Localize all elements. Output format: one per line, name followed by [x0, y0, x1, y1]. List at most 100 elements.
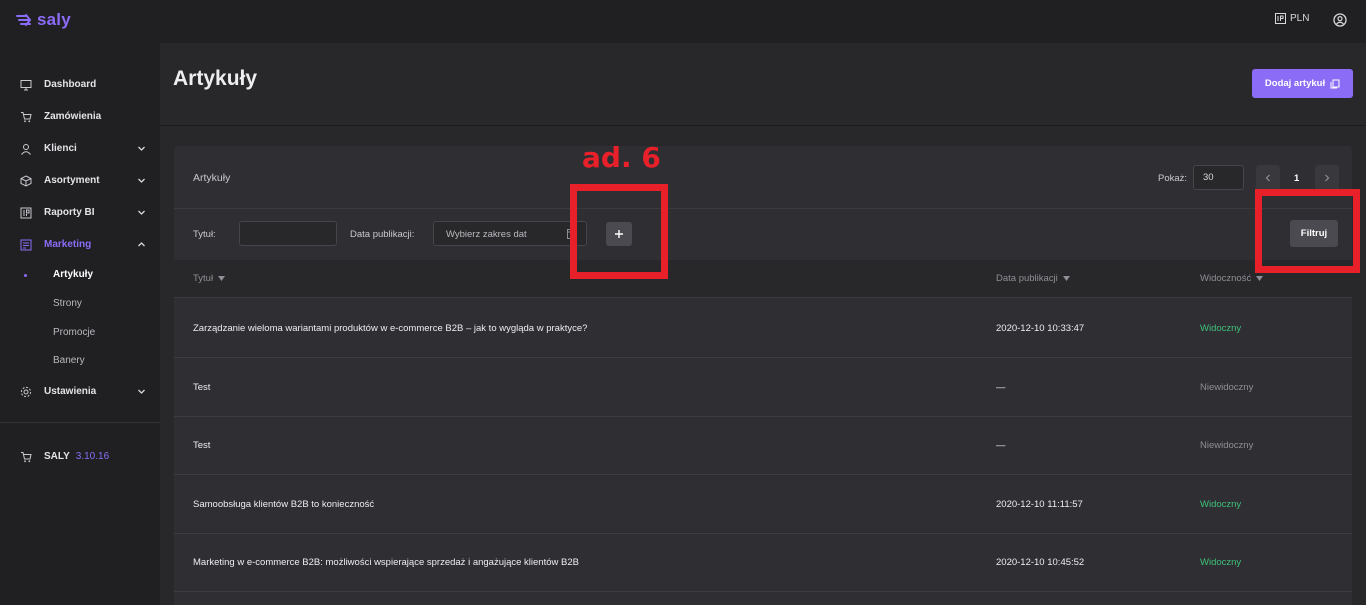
card-divider [174, 208, 1352, 209]
sidebar-subitem-articles[interactable]: Artykuły [0, 262, 160, 288]
page-title: Artykuły [173, 67, 258, 90]
column-header-title[interactable]: Tytuł [193, 273, 226, 284]
cart-icon [21, 112, 32, 123]
sidebar-item-marketing[interactable]: Marketing [0, 231, 160, 259]
title-filter-input[interactable] [239, 221, 337, 246]
article-date: — [996, 382, 1006, 393]
add-article-label: Dodaj artykuł [1264, 78, 1326, 89]
active-dot [24, 274, 27, 277]
sidebar-version: SALY 3.10.16 [0, 443, 160, 471]
version-number: 3.10.16 [75, 451, 110, 462]
sidebar-subitem-label: Artykuły [53, 269, 94, 280]
gear-icon [20, 386, 32, 398]
prev-page-button[interactable] [1256, 165, 1280, 190]
chevron-left-icon [1265, 174, 1270, 181]
article-visibility: Niewidoczny [1200, 440, 1254, 451]
currency-label: PLN [1290, 13, 1310, 24]
marketing-icon [20, 239, 32, 251]
sidebar-item-label: Dashboard [44, 79, 97, 90]
sort-down-icon [218, 276, 226, 281]
sort-down-icon [1062, 276, 1070, 281]
sidebar-item-reports[interactable]: Raporty BI [0, 199, 160, 227]
sidebar: Dashboard Zamówienia Klienci Asortyment … [0, 43, 160, 605]
date-range-input[interactable]: Wybierz zakres dat [433, 221, 587, 246]
table-row[interactable]: Marketing w e-commerce B2B: możliwości w… [174, 533, 1352, 592]
column-header-date[interactable]: Data publikacji [996, 273, 1070, 284]
article-title[interactable]: Samoobsługa klientów B2B to konieczność [193, 499, 374, 510]
sidebar-item-label: Raporty BI [44, 207, 95, 218]
annotation-box-filter-button [1255, 189, 1360, 273]
article-visibility: Niewidoczny [1200, 382, 1254, 393]
saly-logo[interactable]: saly [16, 10, 71, 30]
monitor-icon [20, 80, 32, 91]
sidebar-item-assortment[interactable]: Asortyment [0, 167, 160, 195]
annotation-box-add-filter [570, 184, 668, 279]
article-visibility: Widoczny [1200, 557, 1242, 568]
page-size-input[interactable]: 30 [1193, 165, 1244, 190]
table-row[interactable]: Samoobsługa klientów B2B to konieczność … [174, 475, 1352, 534]
header-divider [160, 125, 1366, 126]
box-icon [20, 175, 32, 187]
sidebar-divider [0, 422, 160, 423]
sidebar-subitem-label: Strony [53, 298, 82, 309]
card-title: Artykuły [193, 172, 231, 184]
sidebar-item-label: Marketing [44, 239, 92, 250]
table-header: Tytuł Data publikacji Widoczność [174, 260, 1352, 298]
sidebar-item-label: Asortyment [44, 175, 100, 186]
currency-switcher[interactable]: PLN [1275, 13, 1309, 24]
article-visibility: Widoczny [1200, 323, 1242, 334]
next-page-button[interactable] [1315, 165, 1339, 190]
sidebar-item-orders[interactable]: Zamówienia [0, 103, 160, 131]
user-account-icon[interactable] [1333, 13, 1347, 27]
version-name: SALY [44, 451, 70, 462]
user-icon [21, 144, 31, 155]
version-text: SALY 3.10.16 [44, 451, 109, 462]
article-date: 2020-12-10 11:11:57 [996, 499, 1083, 510]
currency-icon [1275, 13, 1286, 24]
chevron-down-icon [138, 146, 145, 151]
article-date: 2020-12-10 10:45:52 [996, 557, 1085, 568]
article-date: 2020-12-10 10:33:47 [996, 323, 1085, 334]
table-row[interactable]: Test — Niewidoczny [174, 358, 1352, 417]
cart-icon [21, 452, 32, 463]
chevron-down-icon [138, 210, 145, 215]
sidebar-item-label: Klienci [44, 143, 77, 154]
annotation-label: ad. 6 [582, 141, 661, 174]
report-icon [20, 207, 32, 219]
sidebar-subitem-label: Banery [53, 355, 85, 366]
article-title[interactable]: Zarządzanie wieloma wariantami produktów… [193, 323, 587, 334]
table-row[interactable]: Zarządzanie wieloma wariantami produktów… [174, 299, 1352, 358]
chevron-right-icon [1325, 174, 1330, 181]
column-header-label: Tytuł [193, 273, 214, 284]
sidebar-subitem-pages[interactable]: Strony [0, 291, 160, 317]
sidebar-subitem-banners[interactable]: Banery [0, 348, 160, 374]
sidebar-subitem-label: Promocje [53, 327, 96, 338]
table-row[interactable]: Test — Niewidoczny [174, 416, 1352, 475]
column-header-visibility[interactable]: Widoczność [1200, 273, 1264, 284]
article-visibility: Widoczny [1200, 499, 1242, 510]
logo-text: saly [37, 10, 71, 29]
chevron-down-icon [138, 389, 145, 394]
sidebar-item-settings[interactable]: Ustawienia [0, 378, 160, 406]
sidebar-item-label: Ustawienia [44, 386, 97, 397]
top-bar: saly PLN [0, 0, 1366, 43]
article-title[interactable]: Test [193, 440, 210, 451]
article-date: — [996, 440, 1006, 451]
add-article-button[interactable]: Dodaj artykuł [1252, 69, 1353, 98]
articles-card: Artykuły Pokaż: 30 1 Tytuł: Data publika… [174, 146, 1352, 605]
chevron-up-icon [138, 242, 145, 247]
sort-down-icon [1256, 276, 1264, 281]
sidebar-item-label: Zamówienia [44, 111, 102, 122]
current-page[interactable]: 1 [1294, 173, 1299, 184]
page-size-label: Pokaż: [1158, 173, 1188, 184]
article-title[interactable]: Test [193, 382, 210, 393]
date-filter-label: Data publikacji: [350, 229, 415, 240]
column-header-label: Widoczność [1200, 273, 1252, 284]
logo-icon [16, 14, 32, 26]
sidebar-subitem-promotions[interactable]: Promocje [0, 320, 160, 346]
copy-icon [1330, 79, 1340, 88]
sidebar-item-clients[interactable]: Klienci [0, 135, 160, 163]
article-title[interactable]: Marketing w e-commerce B2B: możliwości w… [193, 557, 579, 568]
sidebar-item-dashboard[interactable]: Dashboard [0, 71, 160, 99]
chevron-down-icon [138, 178, 145, 183]
